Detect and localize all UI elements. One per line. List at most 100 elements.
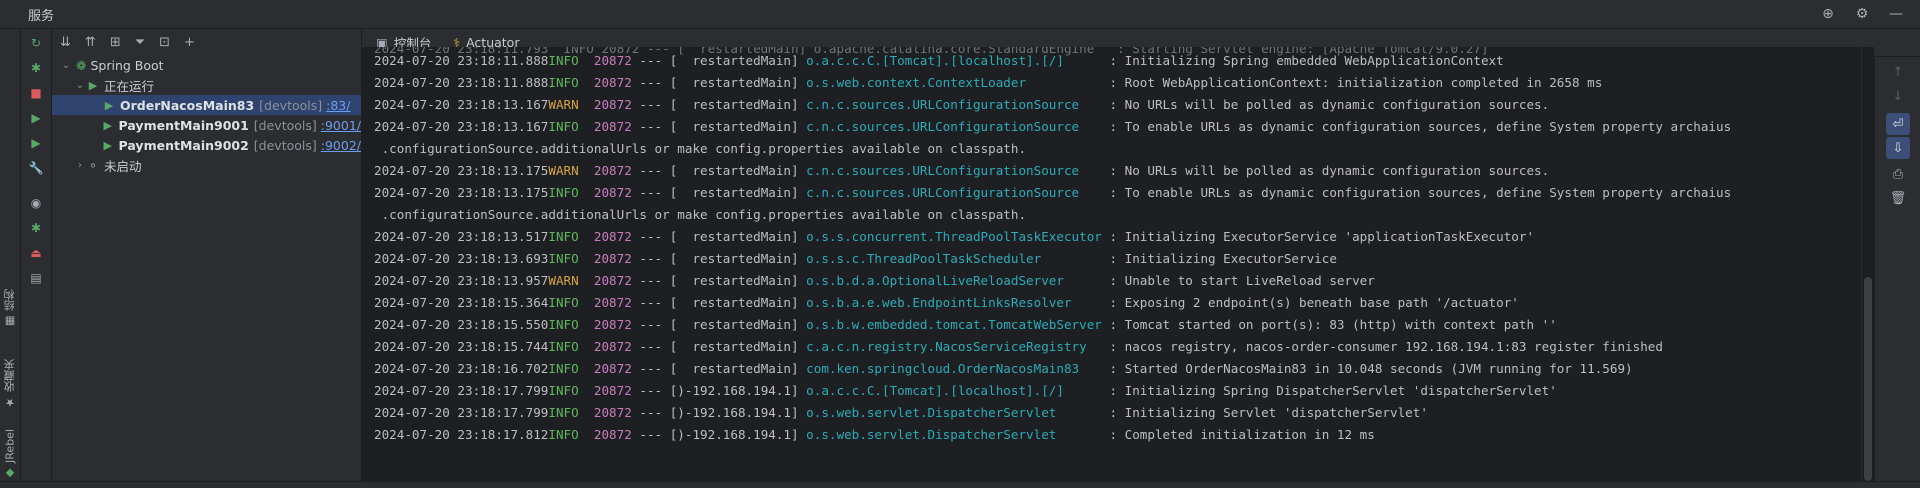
expand-all-icon[interactable]: ⇊ — [60, 35, 71, 50]
side-tab-favorites[interactable]: ★ 收藏夹 — [2, 359, 18, 409]
log-level: INFO — [548, 53, 579, 68]
port-link[interactable]: :9001/ — [321, 118, 361, 133]
filter-icon[interactable]: ⏷ — [135, 35, 145, 50]
exit-icon[interactable]: ⏏ — [28, 245, 44, 261]
run-debug-icon[interactable]: ▶ — [28, 135, 44, 151]
log-logger[interactable]: o.s.web.servlet.DispatcherServlet — [806, 402, 1109, 424]
log-thread: [)-192.168.194.1] — [669, 383, 799, 398]
group-icon[interactable]: ⊞ — [110, 35, 121, 50]
tree-node-spring-boot[interactable]: ⌄ ❁ Spring Boot — [52, 55, 361, 75]
log-logger[interactable]: o.s.b.d.a.OptionalLiveReloadServer — [806, 270, 1109, 292]
print-icon[interactable]: ⎙ — [1886, 163, 1910, 185]
run-config-icon[interactable]: ▶ — [28, 110, 44, 126]
log-separator: --- — [639, 361, 670, 376]
log-line: 2024-07-20 23:18:17.812INFO 20872 --- [)-1… — [374, 424, 1375, 446]
tree-node-paymentmain9001[interactable]: ▶ PaymentMain9001 [devtools] :9001/ — [52, 115, 361, 135]
crosshair-icon[interactable]: ⊕ — [1820, 6, 1836, 22]
log-logger[interactable]: c.n.c.sources.URLConfigurationSource — [806, 182, 1109, 204]
tree-node-paymentmain9002[interactable]: ▶ PaymentMain9002 [devtools] :9002/ — [52, 135, 361, 155]
log-timestamp: 2024-07-20 23:18:13.517 — [374, 229, 549, 244]
log-line: 2024-07-20 23:18:17.799INFO 20872 --- [)-1… — [374, 380, 1557, 402]
tree-toolbar: ⇊ ⇈ ⊞ ⏷ ⊡ + — [52, 29, 361, 55]
rerun-icon[interactable]: ↻ — [28, 35, 44, 51]
trash-icon[interactable]: 🗑 — [1886, 187, 1910, 209]
camera-icon[interactable]: ◉ — [28, 195, 44, 211]
console-output[interactable]: 2024-07-20 23:18:11.793 INFO 20872 --- [… — [362, 47, 1861, 481]
log-level: INFO — [548, 317, 579, 332]
chevron-right-icon[interactable]: › — [74, 160, 86, 171]
log-logger[interactable]: com.ken.springcloud.OrderNacosMain83 — [806, 358, 1109, 380]
arrow-up-icon[interactable]: ↑ — [1886, 61, 1910, 83]
log-message: : To enable URLs as dynamic configuratio… — [1109, 185, 1732, 200]
tree-node-label: OrderNacosMain83 — [120, 97, 255, 113]
log-pid: 20872 — [593, 97, 632, 112]
log-logger[interactable]: o.s.s.concurrent.ThreadPoolTaskExecutor — [806, 226, 1109, 248]
port-link[interactable]: :83/ — [326, 98, 350, 113]
log-logger[interactable]: c.n.c.sources.URLConfigurationSource — [806, 94, 1109, 116]
soft-wrap-icon[interactable]: ⏎ — [1886, 113, 1910, 135]
structure-icon: ▦ — [3, 315, 17, 328]
scroll-to-end-icon[interactable]: ⇩ — [1886, 137, 1910, 159]
log-logger[interactable]: o.s.s.c.ThreadPoolTaskScheduler — [806, 248, 1109, 270]
log-thread: [ restartedMain] — [669, 273, 799, 288]
log-timestamp: 2024-07-20 23:18:15.364 — [374, 295, 549, 310]
add-icon[interactable]: + — [184, 35, 195, 50]
devtools-tag: [devtools] — [259, 97, 323, 113]
scrollbar-thumb[interactable] — [1864, 277, 1872, 481]
log-level: INFO — [548, 361, 579, 376]
tree-node-label: 正在运行 — [104, 78, 155, 94]
log-pid: 20872 — [593, 339, 632, 354]
log-logger[interactable]: c.n.c.sources.URLConfigurationSource — [806, 160, 1109, 182]
log-message: : Initializing Spring embedded WebApplic… — [1109, 53, 1504, 68]
collapse-all-icon[interactable]: ⇈ — [85, 35, 96, 50]
log-timestamp: 2024-07-20 23:18:17.799 — [374, 383, 549, 398]
log-logger[interactable]: o.s.web.context.ContextLoader — [806, 72, 1109, 94]
tool-window-header: 服务 ⊕ ⚙ — — [0, 0, 1920, 29]
log-message: : To enable URLs as dynamic configuratio… — [1109, 119, 1732, 134]
log-separator: --- — [639, 53, 670, 68]
debug-icon[interactable]: ✱ — [28, 60, 44, 76]
log-logger[interactable]: c.a.c.n.registry.NacosServiceRegistry — [806, 336, 1109, 358]
log-thread: [ restartedMain] — [669, 97, 799, 112]
wrench-icon[interactable]: 🔧 — [28, 160, 44, 176]
tree-node-running[interactable]: ⌄ ▶ 正在运行 — [52, 75, 361, 95]
log-logger[interactable]: c.n.c.sources.URLConfigurationSource — [806, 116, 1109, 138]
log-logger[interactable]: o.a.c.c.C.[Tomcat].[localhost].[/] — [806, 380, 1109, 402]
new-tab-icon[interactable]: ⊡ — [159, 35, 170, 50]
port-link[interactable]: :9002/ — [321, 138, 361, 153]
tree-node-ordernacosmain83[interactable]: ▶ OrderNacosMain83 [devtools] :83/ — [52, 95, 361, 115]
log-timestamp: 2024-07-20 23:18:13.693 — [374, 251, 549, 266]
log-message: : Exposing 2 endpoint(s) beneath base pa… — [1109, 295, 1519, 310]
log-logger[interactable]: o.s.b.a.e.web.EndpointLinksResolver — [806, 292, 1109, 314]
log-thread: [ restartedMain] — [669, 295, 799, 310]
log-pid: 20872 — [593, 53, 632, 68]
log-message: : Unable to start LiveReload server — [1109, 273, 1375, 288]
log-logger[interactable]: o.s.b.w.embedded.tomcat.TomcatWebServer — [806, 314, 1109, 336]
services-toolbar: ↻ ✱ ■ ▶ ▶ 🔧 ◉ ✱ ⏏ ▤ — [21, 29, 52, 487]
layout-icon[interactable]: ▤ — [28, 270, 44, 286]
side-tab-structure[interactable]: ▦ 结构 — [2, 289, 18, 328]
console-scrollbar[interactable] — [1862, 47, 1874, 481]
log-thread: [ restartedMain] — [669, 53, 799, 68]
gear-icon[interactable]: ⚙ — [1854, 6, 1870, 22]
star-icon: ★ — [3, 396, 17, 409]
log-line: 2024-07-20 23:18:13.167WARN 20872 --- [ re… — [374, 94, 1549, 116]
log-level: INFO — [548, 383, 579, 398]
log-timestamp: 2024-07-20 23:18:13.167 — [374, 97, 549, 112]
stop-icon[interactable]: ■ — [28, 85, 44, 101]
log-timestamp: 2024-07-20 23:18:16.702 — [374, 361, 549, 376]
log-logger[interactable]: o.s.web.servlet.DispatcherServlet — [806, 424, 1109, 446]
log-message: : Initializing Servlet 'dispatcherServle… — [1109, 405, 1428, 420]
tree-node-not-started[interactable]: › ⚬ 未启动 — [52, 155, 361, 175]
profiler-icon[interactable]: ✱ — [28, 220, 44, 236]
log-logger[interactable]: o.a.c.c.C.[Tomcat].[localhost].[/] — [806, 50, 1109, 72]
minimize-icon[interactable]: — — [1888, 6, 1904, 22]
arrow-down-icon[interactable]: ↓ — [1886, 85, 1910, 107]
log-thread: [ restartedMain] — [669, 75, 799, 90]
log-thread: [ restartedMain] — [669, 317, 799, 332]
side-tab-jrebel[interactable]: ◆ JRebel — [2, 429, 18, 480]
log-thread: [ restartedMain] — [669, 361, 799, 376]
chevron-down-icon[interactable]: ⌄ — [74, 80, 86, 91]
chevron-down-icon[interactable]: ⌄ — [60, 60, 72, 71]
log-pid: 20872 — [593, 383, 632, 398]
